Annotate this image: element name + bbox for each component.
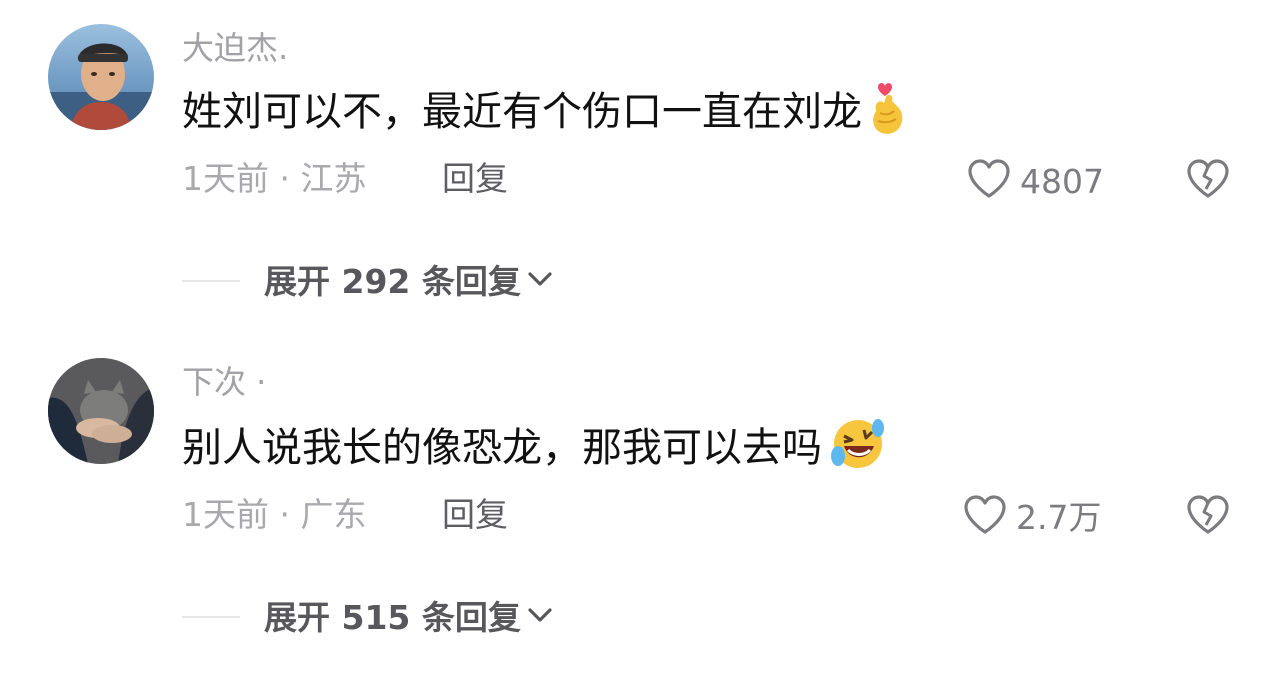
- username[interactable]: 下次 ·: [182, 366, 266, 398]
- divider: [182, 280, 240, 282]
- comment-time: 1天前: [182, 495, 269, 534]
- comment-text: 姓刘可以不，最近有个伤口一直在刘龙: [182, 82, 910, 140]
- avatar[interactable]: [48, 24, 154, 130]
- expand-replies-button[interactable]: 展开 292 条回复: [182, 264, 555, 298]
- reply-button[interactable]: 回复: [442, 162, 508, 195]
- like-count: 2.7万: [1016, 497, 1102, 537]
- meta-separator: ·: [279, 495, 291, 534]
- comment-item: 下次 · 别人说我长的像恐龙，那我可以去吗 1天前 · 广东 回复 2.7万 展…: [0, 336, 1284, 673]
- like-button[interactable]: 2.7万: [962, 494, 1101, 540]
- comment-text-body: 姓刘可以不，最近有个伤口一直在刘龙: [182, 89, 862, 135]
- broken-heart-icon: [1187, 159, 1229, 198]
- comment-meta: 1天前 · 广东: [182, 498, 367, 531]
- avatar[interactable]: [48, 358, 154, 464]
- broken-heart-icon: [1187, 495, 1229, 534]
- dislike-button[interactable]: [1184, 158, 1232, 204]
- chevron-down-icon: [525, 264, 555, 298]
- rolling-laughing-emoji-icon: [828, 416, 886, 481]
- comment-meta: 1天前 · 江苏: [182, 162, 367, 195]
- heart-icon: [966, 158, 1012, 204]
- chevron-down-icon: [525, 600, 555, 634]
- comment-text: 别人说我长的像恐龙，那我可以去吗: [182, 418, 886, 476]
- comment-location: 广东: [300, 495, 367, 534]
- divider: [182, 616, 240, 618]
- comment-location: 江苏: [300, 159, 367, 198]
- comment-text-body: 别人说我长的像恐龙，那我可以去吗: [182, 425, 822, 471]
- like-button[interactable]: 4807: [966, 158, 1104, 204]
- heart-hands-emoji-icon: [868, 81, 910, 144]
- expand-replies-label: 展开 515 条回复: [264, 597, 521, 637]
- heart-icon: [962, 494, 1008, 540]
- reply-button[interactable]: 回复: [442, 498, 508, 531]
- meta-separator: ·: [279, 159, 291, 198]
- expand-replies-label: 展开 292 条回复: [264, 261, 521, 301]
- comment-time: 1天前: [182, 159, 269, 198]
- dislike-button[interactable]: [1184, 494, 1232, 540]
- comment-item: 大迫杰. 姓刘可以不，最近有个伤口一直在刘龙 1天前 · 江苏 回复 4807: [0, 0, 1284, 336]
- like-count: 4807: [1020, 161, 1104, 201]
- username[interactable]: 大迫杰.: [182, 32, 288, 64]
- expand-replies-button[interactable]: 展开 515 条回复: [182, 600, 555, 634]
